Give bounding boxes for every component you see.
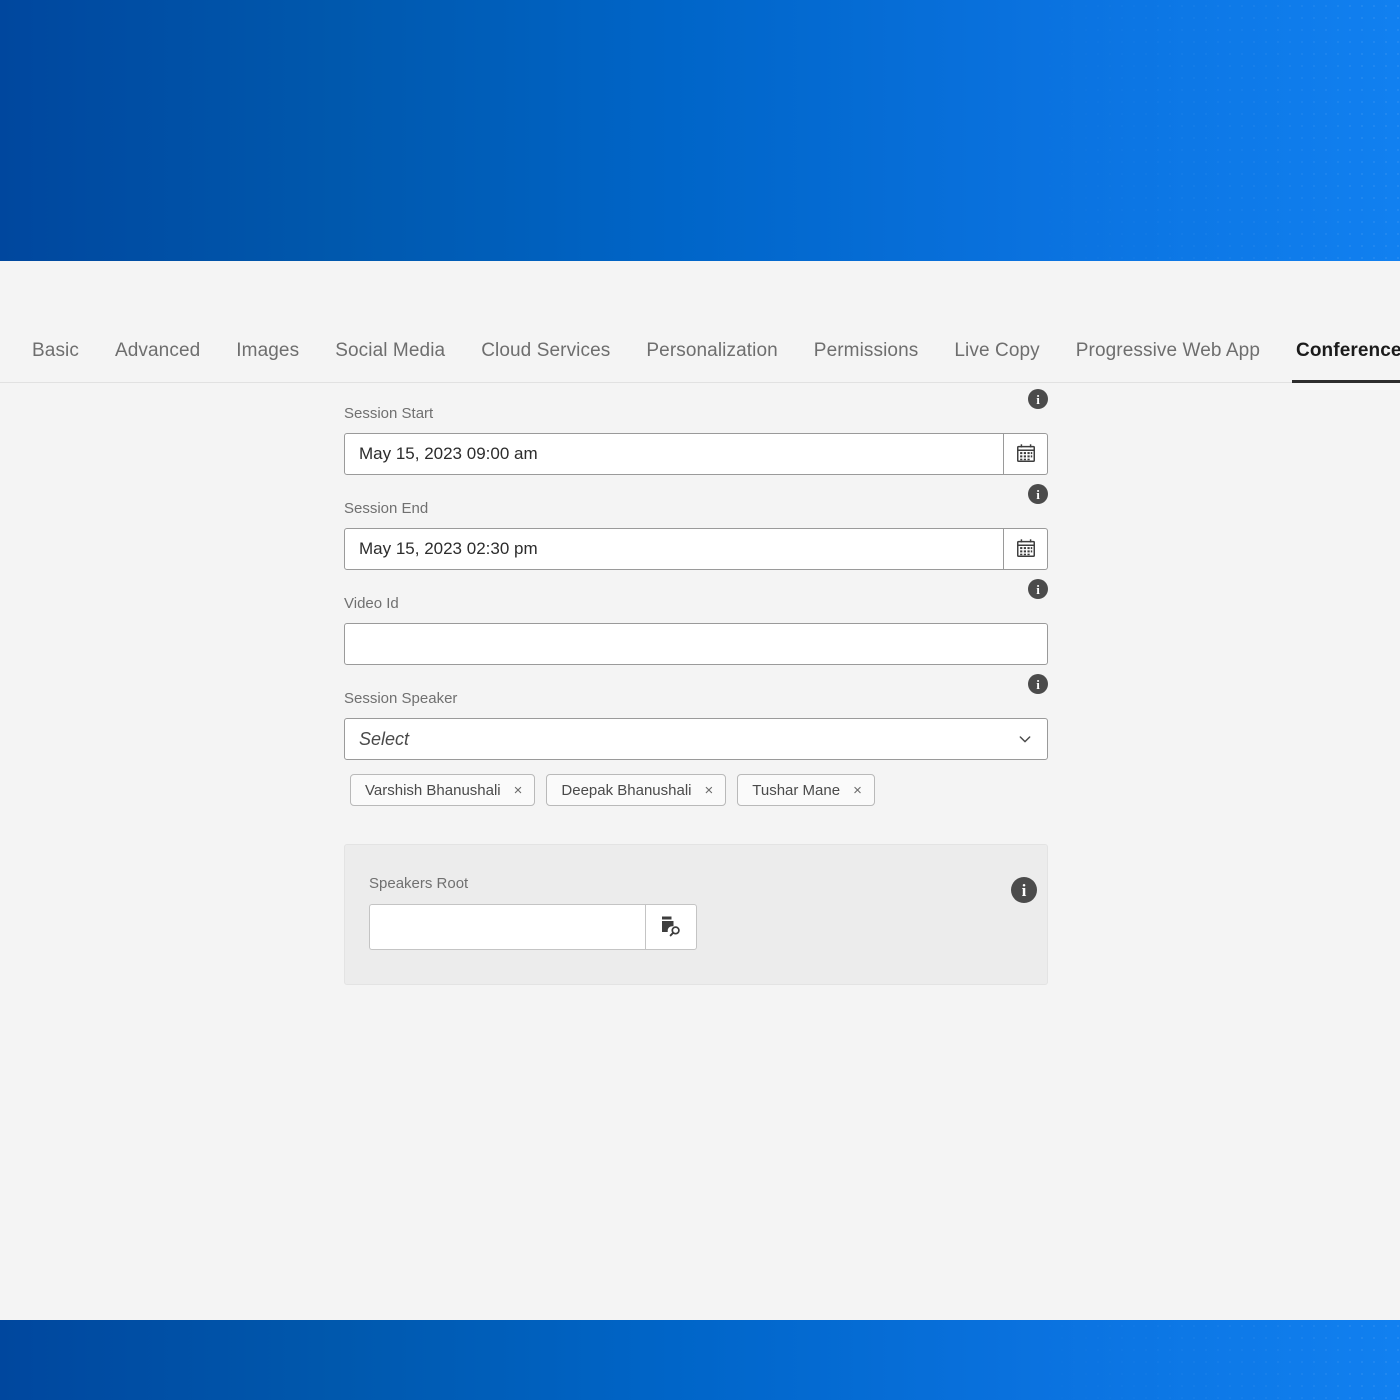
browse-folder-search-icon	[659, 914, 683, 941]
session-speaker-chip-list: Varshish Bhanushali × Deepak Bhanushali …	[344, 774, 1048, 806]
info-icon[interactable]: i	[1028, 389, 1048, 409]
tab-bar: Basic Advanced Images Social Media Cloud…	[0, 261, 1400, 383]
session-end-input-row	[344, 528, 1048, 570]
session-end-input[interactable]	[344, 528, 1004, 570]
video-id-input-row	[344, 623, 1048, 665]
close-icon[interactable]: ×	[705, 783, 714, 798]
session-speaker-select[interactable]: Select	[344, 718, 1048, 760]
tab-personalization[interactable]: Personalization	[628, 341, 795, 382]
session-end-label: Session End	[344, 500, 429, 517]
info-icon[interactable]: i	[1028, 484, 1048, 504]
field-video-id: i Video Id	[344, 579, 1048, 665]
field-session-start: i Session Start	[344, 389, 1048, 475]
session-speaker-selected-value: Select	[359, 728, 410, 749]
conference-settings-form: i Session Start May 15, 2023 09:00 am i …	[344, 383, 1048, 985]
tab-advanced[interactable]: Advanced	[97, 341, 218, 382]
session-start-input[interactable]	[344, 433, 1004, 475]
speakers-root-label: Speakers Root	[369, 875, 469, 892]
tab-cloud-services[interactable]: Cloud Services	[463, 341, 628, 382]
speaker-chip[interactable]: Tushar Mane ×	[737, 774, 875, 806]
tab-social-media[interactable]: Social Media	[317, 341, 463, 382]
speaker-chip[interactable]: Varshish Bhanushali ×	[350, 774, 536, 806]
calendar-icon	[1015, 442, 1037, 467]
speakers-root-input-row	[369, 904, 697, 950]
speaker-chip-label: Deepak Bhanushali	[561, 781, 692, 799]
tab-conference-settings[interactable]: Conference Settings	[1278, 341, 1400, 383]
tab-permissions[interactable]: Permissions	[796, 341, 937, 382]
speaker-chip-label: Tushar Mane	[752, 781, 841, 799]
info-icon[interactable]: i	[1028, 674, 1048, 694]
session-speaker-label: Session Speaker	[344, 690, 458, 707]
speakers-root-browse-button[interactable]	[645, 904, 697, 950]
tab-live-copy[interactable]: Live Copy	[936, 341, 1057, 382]
top-brand-banner	[0, 0, 1400, 261]
speakers-root-input[interactable]	[369, 904, 645, 950]
page-surface: Basic Advanced Images Social Media Cloud…	[0, 261, 1400, 1320]
field-session-speaker: i Session Speaker Select Varshish Bhanus…	[344, 674, 1048, 806]
speaker-chip[interactable]: Deepak Bhanushali ×	[546, 774, 727, 806]
close-icon[interactable]: ×	[853, 783, 862, 798]
info-icon[interactable]: i	[1011, 877, 1037, 903]
speakers-root-panel: i Speakers Root	[344, 844, 1048, 985]
close-icon[interactable]: ×	[514, 783, 523, 798]
tab-images[interactable]: Images	[218, 341, 317, 382]
chevron-down-icon	[1017, 731, 1033, 747]
video-id-label: Video Id	[344, 595, 399, 612]
session-start-label: Session Start	[344, 405, 434, 422]
speaker-chip-label: Varshish Bhanushali	[365, 781, 501, 799]
tab-progressive-web-app[interactable]: Progressive Web App	[1058, 341, 1278, 382]
tab-basic[interactable]: Basic	[14, 341, 97, 382]
field-session-end: i Session End	[344, 484, 1048, 570]
info-icon[interactable]: i	[1028, 579, 1048, 599]
session-start-input-row	[344, 433, 1048, 475]
bottom-brand-banner	[0, 1320, 1400, 1400]
session-start-calendar-button[interactable]	[1004, 433, 1048, 475]
session-end-calendar-button[interactable]	[1004, 528, 1048, 570]
video-id-input[interactable]	[344, 623, 1048, 665]
calendar-icon	[1015, 537, 1037, 562]
